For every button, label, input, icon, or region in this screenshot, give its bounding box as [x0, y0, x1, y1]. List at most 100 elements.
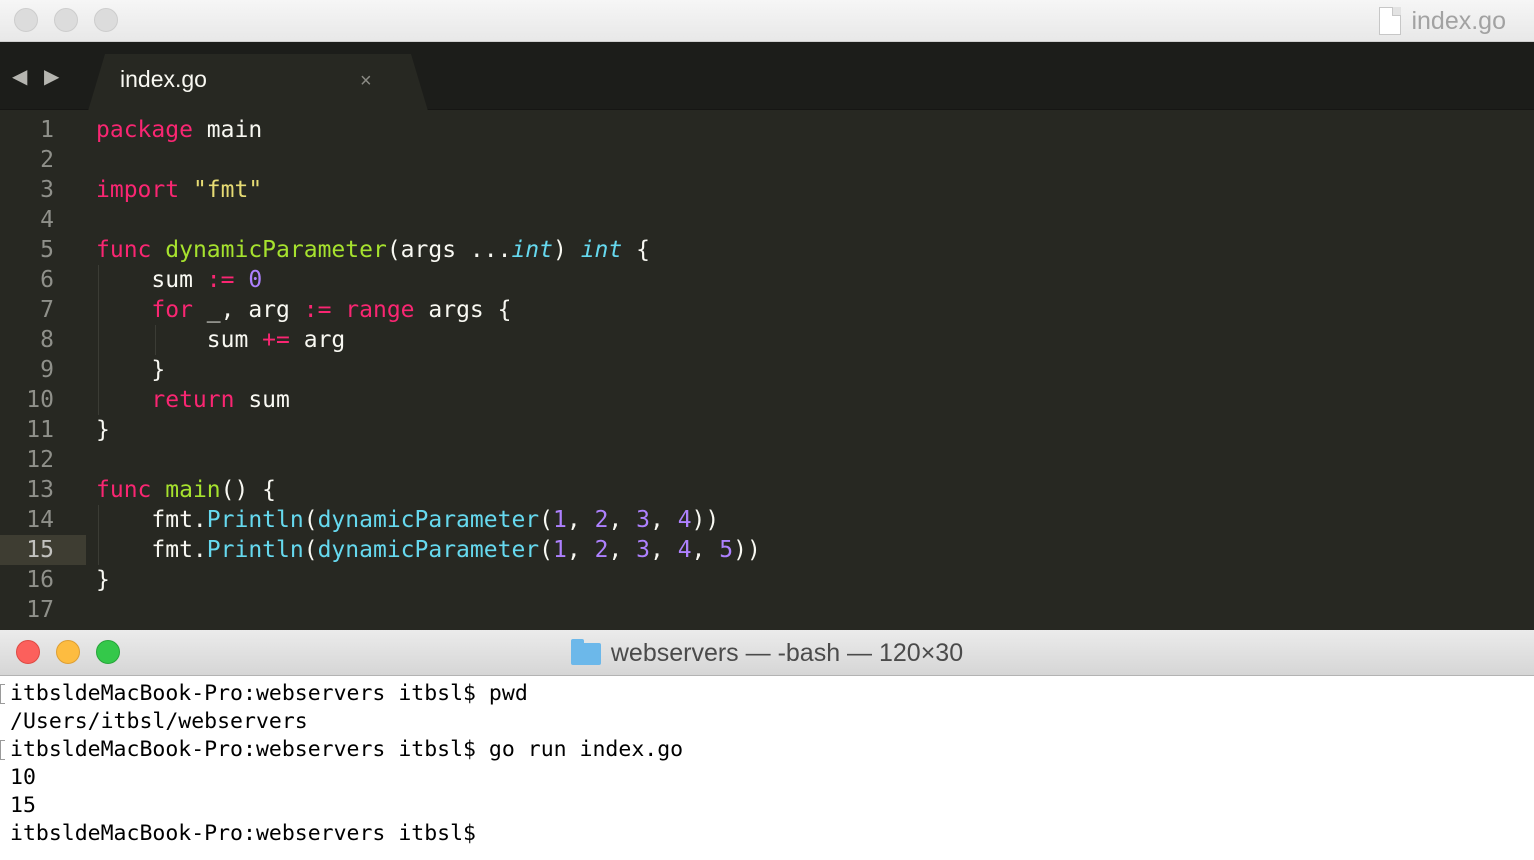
code-text: return sum	[96, 385, 289, 415]
code-text: }	[96, 415, 110, 445]
terminal-output[interactable]: itbsldeMacBook-Pro:webservers itbsl$ pwd…	[0, 676, 1534, 860]
code-line[interactable]: 12	[0, 445, 1534, 475]
tab-close-icon[interactable]: ×	[360, 70, 372, 93]
code-line[interactable]: 17	[0, 595, 1534, 625]
code-token: fmt.	[96, 507, 207, 533]
code-line[interactable]: 2	[0, 145, 1534, 175]
terminal-line: /Users/itbsl/webservers	[10, 709, 308, 734]
code-text: for _, arg := range args {	[96, 295, 511, 325]
line-number: 17	[26, 597, 54, 623]
code-token: sum	[96, 267, 207, 293]
code-line[interactable]: 8 sum += arg	[0, 325, 1534, 355]
code-text: package main	[96, 115, 262, 145]
line-number: 1	[40, 117, 54, 143]
code-token: func	[96, 237, 152, 263]
terminal-title-text: webservers — -bash — 120×30	[610, 638, 964, 667]
back-arrow-icon[interactable]: ◀	[12, 64, 27, 89]
code-token: :=	[303, 297, 332, 323]
editor-close-button[interactable]	[14, 8, 38, 32]
code-line[interactable]: 4	[0, 205, 1534, 235]
code-token: func	[96, 477, 152, 503]
code-token: {	[622, 237, 650, 263]
code-token: (	[303, 507, 318, 533]
line-number: 7	[40, 297, 54, 323]
code-text: import "fmt"	[96, 175, 262, 205]
code-token: 1	[553, 507, 567, 533]
code-token: }	[96, 567, 110, 593]
terminal-line: 10	[10, 765, 36, 790]
code-line[interactable]: 13 func main() {	[0, 475, 1534, 505]
line-number: 12	[26, 447, 54, 473]
line-number: 4	[40, 207, 54, 233]
code-token: )	[552, 237, 581, 263]
code-line[interactable]: 6 sum := 0	[0, 265, 1534, 295]
editor-zoom-button[interactable]	[94, 8, 118, 32]
terminal-line: itbsldeMacBook-Pro:webservers itbsl$	[10, 821, 489, 846]
code-token: (	[539, 537, 553, 563]
code-line[interactable]: 16}	[0, 565, 1534, 595]
code-token: +=	[262, 327, 290, 353]
code-line[interactable]: 15 fmt.Println(dynamicParameter(1, 2, 3,…	[0, 535, 1534, 565]
code-line[interactable]: 7 for _, arg := range args {	[0, 295, 1534, 325]
window-title-text: index.go	[1411, 6, 1506, 35]
code-token: ))	[733, 537, 761, 563]
code-token: ,	[649, 537, 678, 563]
code-line[interactable]: 1 package main	[0, 115, 1534, 145]
line-mark	[0, 740, 5, 760]
code-line[interactable]: 11}	[0, 415, 1534, 445]
code-token: (args ...	[386, 237, 512, 263]
terminal-title: webservers — -bash — 120×30	[0, 630, 1534, 676]
code-editor[interactable]: 1 package main 2 3 import "fmt" 4 5 func dynami…	[0, 115, 1534, 630]
line-gutter: 14	[0, 505, 86, 535]
line-number: 6	[40, 267, 54, 293]
line-gutter: 1	[0, 115, 86, 145]
window-title: index.go	[1379, 6, 1506, 36]
code-token: ,	[691, 537, 720, 563]
code-line[interactable]: 9 }	[0, 355, 1534, 385]
line-number: 14	[26, 507, 54, 533]
code-token: return	[151, 387, 235, 413]
code-text: fmt.Println(dynamicParameter(1, 2, 3, 4,…	[96, 535, 761, 565]
terminal-window: webservers — -bash — 120×30 itbsldeMacBo…	[0, 630, 1534, 860]
tab-label[interactable]: index.go	[120, 66, 207, 93]
code-token: 4	[677, 507, 692, 533]
code-token: dynamicParameter	[317, 537, 540, 563]
code-token: dynamicParameter	[165, 237, 387, 263]
code-token: () {	[220, 477, 277, 503]
code-line[interactable]: 3 import "fmt"	[0, 175, 1534, 205]
code-token: 2	[594, 537, 609, 563]
line-number: 8	[40, 327, 54, 353]
code-line[interactable]: 14 fmt.Println(dynamicParameter(1, 2, 3,…	[0, 505, 1534, 535]
line-number: 2	[40, 147, 54, 173]
line-number: 5	[40, 237, 54, 263]
code-line[interactable]: 5 func dynamicParameter(args ...int) int …	[0, 235, 1534, 265]
code-token: ,	[566, 537, 595, 563]
code-token: (	[303, 537, 318, 563]
line-gutter: 8	[0, 325, 86, 355]
terminal-line: 15	[10, 793, 36, 818]
code-token: int	[511, 237, 553, 263]
code-token: for	[151, 297, 193, 323]
code-text: func main() {	[96, 475, 276, 505]
code-token: _, arg	[192, 297, 304, 323]
line-gutter: 13	[0, 475, 86, 505]
code-token: main	[192, 117, 263, 143]
line-gutter: 17	[0, 595, 86, 625]
line-number: 13	[26, 477, 54, 503]
code-text: }	[96, 565, 110, 595]
code-token: }	[96, 417, 110, 443]
editor-minimize-button[interactable]	[54, 8, 78, 32]
line-gutter: 3	[0, 175, 86, 205]
line-gutter: 15	[0, 535, 86, 565]
code-token: arg	[289, 327, 346, 353]
code-token: }	[96, 357, 166, 383]
line-gutter: 5	[0, 235, 86, 265]
forward-arrow-icon[interactable]: ▶	[44, 64, 59, 89]
code-line[interactable]: 10 return sum	[0, 385, 1534, 415]
code-token: 4	[677, 537, 692, 563]
code-token: range	[345, 297, 415, 323]
